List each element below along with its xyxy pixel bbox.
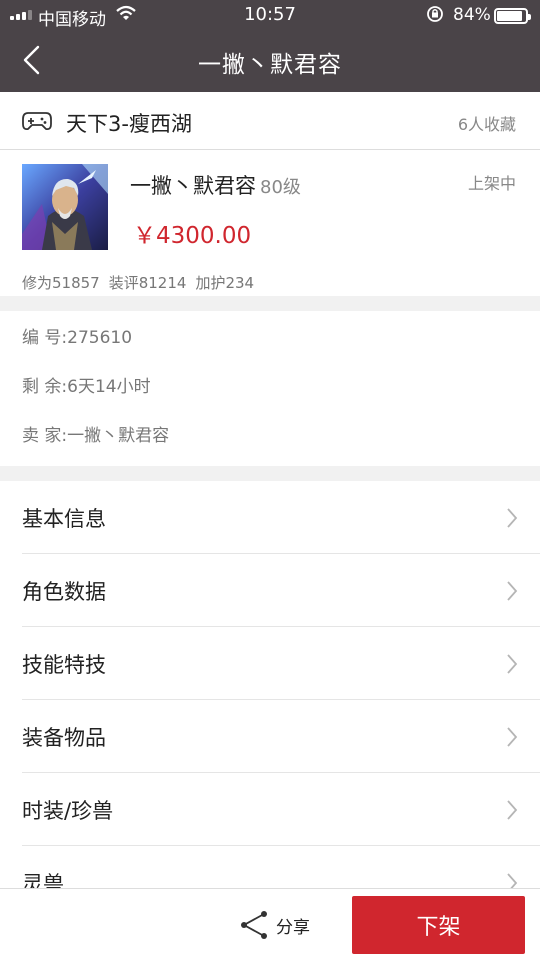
gamepad-icon <box>22 112 52 131</box>
chevron-right-icon <box>507 654 518 674</box>
menu-item-label: 基本信息 <box>22 507 106 531</box>
character-name-text: 一撇丶默君容 <box>130 174 256 198</box>
favorite-count: 6人收藏 <box>457 115 516 134</box>
delist-button[interactable]: 下架 <box>352 896 525 954</box>
share-button[interactable]: 分享 <box>238 909 310 941</box>
chevron-right-icon <box>507 581 518 601</box>
character-avatar <box>22 164 108 250</box>
menu-item-equipment[interactable]: 装备物品 <box>22 700 540 773</box>
chevron-right-icon <box>507 800 518 820</box>
stat-protection: 加护234 <box>195 274 255 292</box>
status-bar: 中国移动 10:57 84% <box>0 0 540 30</box>
game-row[interactable]: 天下3-瘦西湖 6人收藏 <box>0 92 540 150</box>
character-name: 一撇丶默君容 80级 <box>130 170 301 200</box>
share-icon <box>241 911 267 939</box>
product-card: 一撇丶默君容 80级 上架中 ￥4300.00 修为51857 装评81214 加护2… <box>0 150 540 296</box>
character-stats: 修为51857 装评81214 加护234 <box>22 272 263 293</box>
menu-item-character-data[interactable]: 角色数据 <box>22 554 540 627</box>
detail-menu: 基本信息 角色数据 技能特技 装备物品 时装/珍兽 灵兽 <box>0 481 540 919</box>
listing-status: 上架中 <box>467 174 516 193</box>
game-name: 天下3-瘦西湖 <box>66 112 192 136</box>
remaining-time: 剩 余:6天14小时 <box>22 377 151 397</box>
listing-number: 编 号:275610 <box>22 328 133 348</box>
section-divider <box>0 466 540 481</box>
price: ￥4300.00 <box>133 223 252 249</box>
stat-equip-score: 装评81214 <box>108 274 187 292</box>
menu-item-fashion-pets[interactable]: 时装/珍兽 <box>22 773 540 846</box>
menu-item-label: 角色数据 <box>22 580 106 604</box>
battery-percent: 84% <box>453 5 491 25</box>
menu-item-label: 装备物品 <box>22 726 106 750</box>
share-label: 分享 <box>276 917 310 938</box>
section-divider <box>0 296 540 311</box>
page-title: 一撇丶默君容 <box>198 52 342 78</box>
character-level: 80级 <box>260 177 301 198</box>
menu-item-basic-info[interactable]: 基本信息 <box>22 481 540 554</box>
menu-item-skills[interactable]: 技能特技 <box>22 627 540 700</box>
top-bar: 中国移动 10:57 84% 一撇丶默君容 <box>0 0 540 92</box>
rotation-lock-icon <box>427 6 443 22</box>
listing-info: 编 号:275610 剩 余:6天14小时 卖 家:一撇丶默君容 <box>0 311 540 466</box>
bottom-action-bar: 分享 下架 <box>0 888 540 960</box>
stat-cultivation: 修为51857 <box>22 274 100 292</box>
battery-icon <box>494 8 531 24</box>
seller-name: 卖 家:一撇丶默君容 <box>22 426 170 446</box>
menu-item-label: 时装/珍兽 <box>22 799 114 823</box>
chevron-right-icon <box>507 508 518 528</box>
menu-item-label: 技能特技 <box>22 653 106 677</box>
chevron-right-icon <box>507 727 518 747</box>
